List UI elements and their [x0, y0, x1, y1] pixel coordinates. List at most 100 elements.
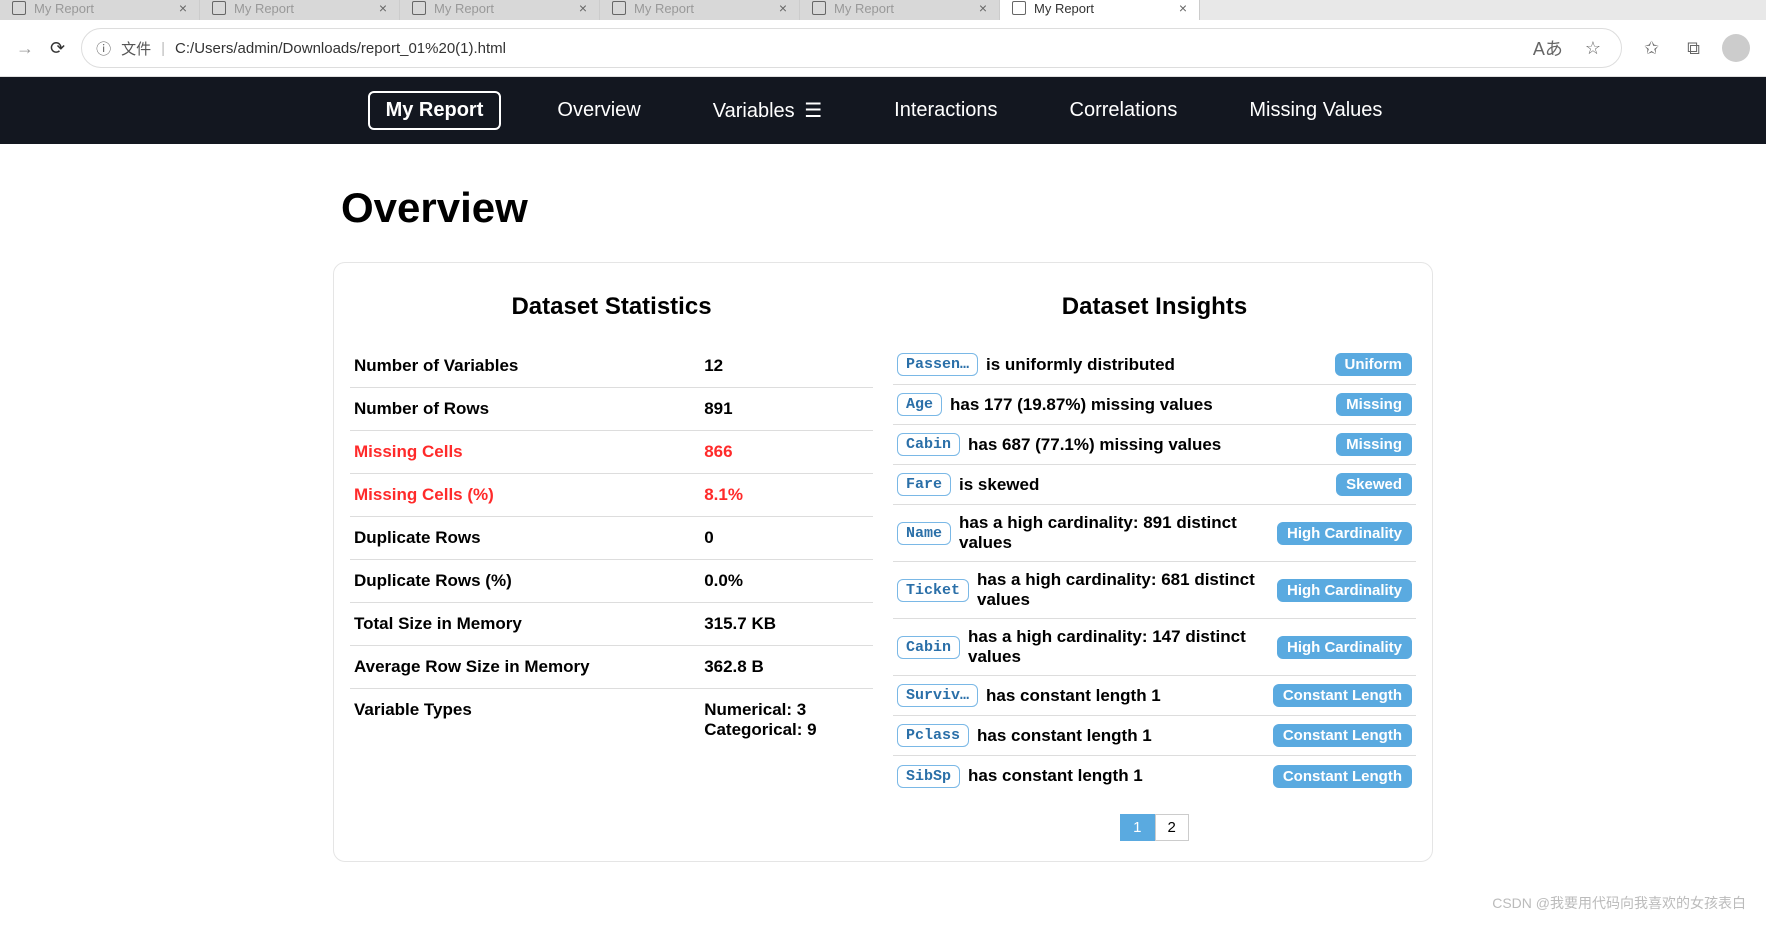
nav-overview[interactable]: Overview [541, 93, 656, 128]
insight-text: has a high cardinality: 681 distinct val… [977, 570, 1269, 610]
dataset-statistics-column: Dataset Statistics Number of Variables12… [350, 293, 873, 841]
stats-value: 0.0% [704, 571, 869, 591]
collections-icon[interactable]: ⧉ [1681, 38, 1706, 59]
page-icon [12, 1, 26, 15]
address-bar[interactable]: ⓘ 文件 | C:/Users/admin/Downloads/report_0… [81, 28, 1622, 68]
info-icon[interactable]: ⓘ [96, 38, 111, 59]
stats-row: Average Row Size in Memory362.8 B [350, 646, 873, 689]
close-icon[interactable]: × [979, 0, 987, 16]
insight-text: has 687 (77.1%) missing values [968, 435, 1328, 455]
insight-badge: Missing [1336, 433, 1412, 456]
nav-interactions[interactable]: Interactions [878, 93, 1013, 128]
page-1-button[interactable]: 1 [1120, 814, 1154, 841]
browser-tab[interactable]: My Report× [800, 0, 1000, 20]
insight-row: Name has a high cardinality: 891 distinct… [893, 505, 1416, 562]
refresh-button[interactable]: ⟳ [50, 38, 65, 59]
stats-value: 0 [704, 528, 869, 548]
variable-chip[interactable]: Fare [897, 473, 951, 496]
close-icon[interactable]: × [179, 0, 187, 16]
insight-text: has 177 (19.87%) missing values [950, 395, 1328, 415]
insight-text: is skewed [959, 475, 1328, 495]
browser-tab-bar: My Report× My Report× My Report× My Repo… [0, 0, 1766, 20]
close-icon[interactable]: × [779, 0, 787, 16]
insight-badge: Constant Length [1273, 724, 1412, 747]
browser-tab[interactable]: My Report× [0, 0, 200, 20]
page-title: Overview [341, 184, 1433, 232]
page-icon [812, 1, 826, 15]
insights-title: Dataset Insights [893, 293, 1416, 321]
variable-chip[interactable]: Pclass [897, 724, 969, 747]
variable-chip[interactable]: Age [897, 393, 942, 416]
variable-chip[interactable]: SibSp [897, 765, 960, 788]
stats-row: Missing Cells (%)8.1% [350, 474, 873, 517]
stats-title: Dataset Statistics [350, 293, 873, 321]
variable-chip[interactable]: Passen… [897, 353, 978, 376]
browser-tab[interactable]: My Report× [600, 0, 800, 20]
variable-chip[interactable]: Cabin [897, 433, 960, 456]
stats-label: Average Row Size in Memory [354, 657, 704, 677]
insight-badge: Constant Length [1273, 765, 1412, 788]
page-icon [212, 1, 226, 15]
insight-text: has a high cardinality: 147 distinct val… [968, 627, 1269, 667]
insight-badge: Constant Length [1273, 684, 1412, 707]
stats-row: Number of Rows891 [350, 388, 873, 431]
insight-row: Surviv… has constant length 1 Constant Len… [893, 676, 1416, 716]
nav-brand[interactable]: My Report [368, 91, 502, 130]
page-icon [612, 1, 626, 15]
close-icon[interactable]: × [1179, 0, 1187, 16]
insight-text: has a high cardinality: 891 distinct val… [959, 513, 1269, 553]
stats-value: 315.7 KB [704, 614, 869, 634]
variable-chip[interactable]: Cabin [897, 636, 960, 659]
stats-label: Missing Cells (%) [354, 485, 704, 505]
stats-value: Numerical: 3Categorical: 9 [704, 700, 869, 740]
page-content: Overview Dataset Statistics Number of Va… [253, 144, 1513, 882]
page-icon [1012, 1, 1026, 15]
nav-missing-values[interactable]: Missing Values [1233, 93, 1398, 128]
watermark: CSDN @我要用代码向我喜欢的女孩表白 [1492, 893, 1746, 913]
insight-row: Cabin has 687 (77.1%) missing values Missi… [893, 425, 1416, 465]
insight-row: Cabin has a high cardinality: 147 distinc… [893, 619, 1416, 676]
insight-row: Age has 177 (19.87%) missing values Missin… [893, 385, 1416, 425]
url-text: C:/Users/admin/Downloads/report_01%20(1)… [175, 40, 1517, 57]
nav-variables[interactable]: Variables ☰ [697, 92, 838, 129]
stats-label: Number of Rows [354, 399, 704, 419]
overview-card: Dataset Statistics Number of Variables12… [333, 262, 1433, 862]
add-favorite-icon[interactable]: ☆ [1579, 38, 1607, 59]
variable-chip[interactable]: Surviv… [897, 684, 978, 707]
browser-tab-active[interactable]: My Report× [1000, 0, 1200, 20]
favorites-icon[interactable]: ✩ [1638, 38, 1665, 59]
insight-text: has constant length 1 [977, 726, 1265, 746]
stats-row: Variable TypesNumerical: 3Categorical: 9 [350, 689, 873, 751]
stats-label: Duplicate Rows [354, 528, 704, 548]
insight-row: Passen…is uniformly distributedUniform [893, 345, 1416, 385]
stats-label: Missing Cells [354, 442, 704, 462]
insight-badge: Missing [1336, 393, 1412, 416]
url-scheme-label: 文件 [121, 38, 151, 59]
insights-pagination: 1 2 [893, 814, 1416, 841]
close-icon[interactable]: × [379, 0, 387, 16]
stats-label: Total Size in Memory [354, 614, 704, 634]
stats-row: Duplicate Rows (%)0.0% [350, 560, 873, 603]
page-2-button[interactable]: 2 [1155, 814, 1189, 841]
stats-row: Missing Cells866 [350, 431, 873, 474]
insight-badge: High Cardinality [1277, 522, 1412, 545]
stats-row: Total Size in Memory315.7 KB [350, 603, 873, 646]
insight-badge: High Cardinality [1277, 636, 1412, 659]
browser-tab[interactable]: My Report× [200, 0, 400, 20]
variable-chip[interactable]: Name [897, 522, 951, 545]
translate-icon[interactable]: Aあ [1527, 35, 1569, 61]
close-icon[interactable]: × [579, 0, 587, 16]
variable-chip[interactable]: Ticket [897, 579, 969, 602]
browser-tab[interactable]: My Report× [400, 0, 600, 20]
stats-row: Duplicate Rows0 [350, 517, 873, 560]
stats-value: 891 [704, 399, 869, 419]
stats-value: 866 [704, 442, 869, 462]
stats-value: 12 [704, 356, 869, 376]
profile-avatar[interactable] [1722, 34, 1750, 62]
address-bar-row: → ⟳ ⓘ 文件 | C:/Users/admin/Downloads/repo… [0, 20, 1766, 77]
nav-correlations[interactable]: Correlations [1054, 93, 1194, 128]
stats-label: Variable Types [354, 700, 704, 740]
forward-button[interactable]: → [16, 38, 34, 59]
insight-text: has constant length 1 [986, 686, 1265, 706]
insight-row: Pclass has constant length 1 Constant Leng… [893, 716, 1416, 756]
